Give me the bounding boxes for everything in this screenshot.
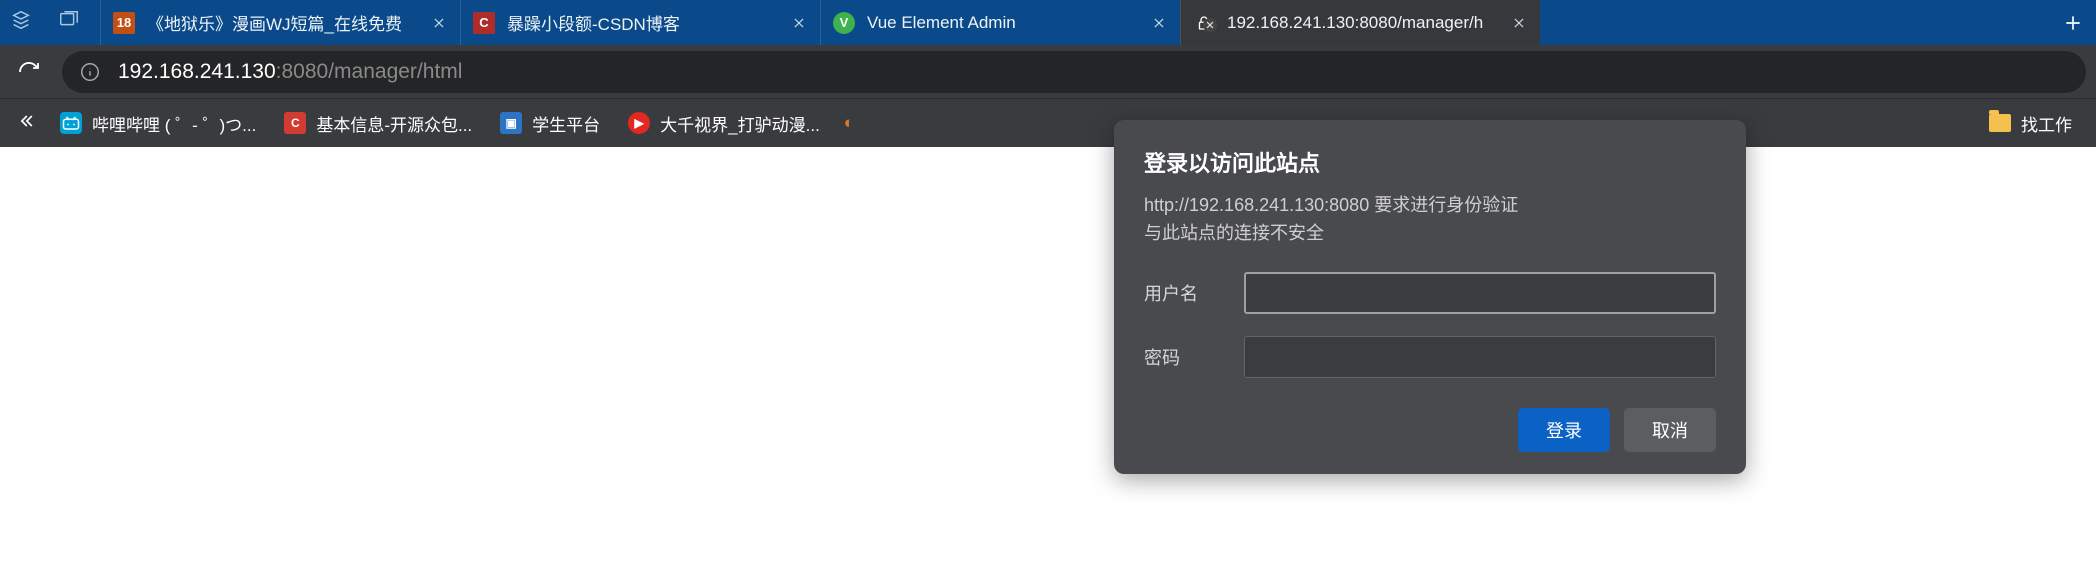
bookmark-item[interactable]: C 基本信息-开源众包... (274, 107, 482, 140)
auth-button-row: 登录 取消 (1144, 408, 1716, 452)
username-row: 用户名 (1144, 272, 1716, 314)
tab-title: Vue Element Admin (867, 13, 1138, 33)
tab-actions (0, 0, 100, 45)
bookmark-label: 基本信息-开源众包... (316, 111, 472, 136)
tab-close-button[interactable] (1150, 14, 1168, 32)
auth-dialog: 登录以访问此站点 http://192.168.241.130:8080 要求进… (1114, 120, 1746, 474)
browser-tab-active[interactable]: 192.168.241.130:8080/manager/h (1180, 0, 1540, 45)
bookmark-favicon-icon: C (284, 112, 306, 134)
username-label: 用户名 (1144, 280, 1244, 306)
refresh-button[interactable] (10, 53, 48, 91)
folder-icon (1989, 114, 2011, 132)
tab-favicon-icon: 18 (113, 12, 135, 34)
new-tab-button[interactable] (2050, 0, 2096, 45)
username-input[interactable] (1244, 272, 1716, 314)
bookmark-overflow-icon[interactable] (10, 111, 42, 136)
bookmark-label: 哔哩哔哩 ( ゜- ゜)つ... (92, 111, 256, 136)
url-host: 192.168.241.130 (118, 60, 276, 84)
bookmark-item[interactable]: ▶ 大千视界_打驴动漫... (618, 107, 830, 140)
address-bar: 192.168.241.130:8080/manager/html (0, 45, 2096, 98)
url-text: 192.168.241.130:8080/manager/html (118, 60, 462, 84)
auth-message-line: 与此站点的连接不安全 (1144, 220, 1716, 248)
bookmark-loading-icon: ◐ (838, 113, 860, 133)
password-row: 密码 (1144, 336, 1716, 378)
tab-overview-icon[interactable] (58, 9, 80, 36)
bookmark-label: 大千视界_打驴动漫... (660, 111, 820, 136)
password-label: 密码 (1144, 344, 1244, 370)
error-badge-icon (1203, 18, 1217, 32)
tab-title: 《地狱乐》漫画WJ短篇_在线免费 (147, 10, 418, 35)
bookmark-folder-label: 找工作 (2021, 111, 2072, 136)
bookmark-favicon-icon: ▣ (500, 112, 522, 134)
auth-message-line: http://192.168.241.130:8080 要求进行身份验证 (1144, 192, 1716, 220)
bookmark-item[interactable]: 哔哩哔哩 ( ゜- ゜)つ... (50, 107, 266, 140)
tab-favicon-icon: V (833, 12, 855, 34)
page-content (0, 147, 2096, 577)
tab-strip: 18 《地狱乐》漫画WJ短篇_在线免费 C 暴躁小段额-CSDN博客 V Vue… (0, 0, 2096, 45)
url-path: :8080/manager/html (276, 60, 463, 84)
bilibili-icon (60, 112, 82, 134)
site-info-icon[interactable] (78, 60, 102, 84)
auth-dialog-title: 登录以访问此站点 (1144, 146, 1716, 178)
signin-button[interactable]: 登录 (1518, 408, 1610, 452)
auth-dialog-message: http://192.168.241.130:8080 要求进行身份验证 与此站… (1144, 192, 1716, 248)
tab-close-button[interactable] (430, 14, 448, 32)
browser-tab[interactable]: 18 《地狱乐》漫画WJ短篇_在线免费 (100, 0, 460, 45)
browser-tab[interactable]: V Vue Element Admin (820, 0, 1180, 45)
url-input[interactable]: 192.168.241.130:8080/manager/html (62, 51, 2086, 93)
bookmark-folder[interactable]: 找工作 (1975, 107, 2086, 140)
bookmark-item[interactable]: ▣ 学生平台 (490, 107, 610, 140)
cancel-button[interactable]: 取消 (1624, 408, 1716, 452)
tab-title: 192.168.241.130:8080/manager/h (1227, 13, 1498, 33)
password-input[interactable] (1244, 336, 1716, 378)
browser-tab[interactable]: C 暴躁小段额-CSDN博客 (460, 0, 820, 45)
bookmark-label: 学生平台 (532, 111, 600, 136)
tab-close-button[interactable] (790, 14, 808, 32)
tab-close-button[interactable] (1510, 14, 1528, 32)
workspaces-icon[interactable] (10, 9, 32, 36)
bookmarks-bar: 哔哩哔哩 ( ゜- ゜)つ... C 基本信息-开源众包... ▣ 学生平台 ▶… (0, 98, 2096, 147)
tab-favicon-icon: C (473, 12, 495, 34)
bookmark-favicon-icon: ▶ (628, 112, 650, 134)
tab-title: 暴躁小段额-CSDN博客 (507, 10, 778, 35)
